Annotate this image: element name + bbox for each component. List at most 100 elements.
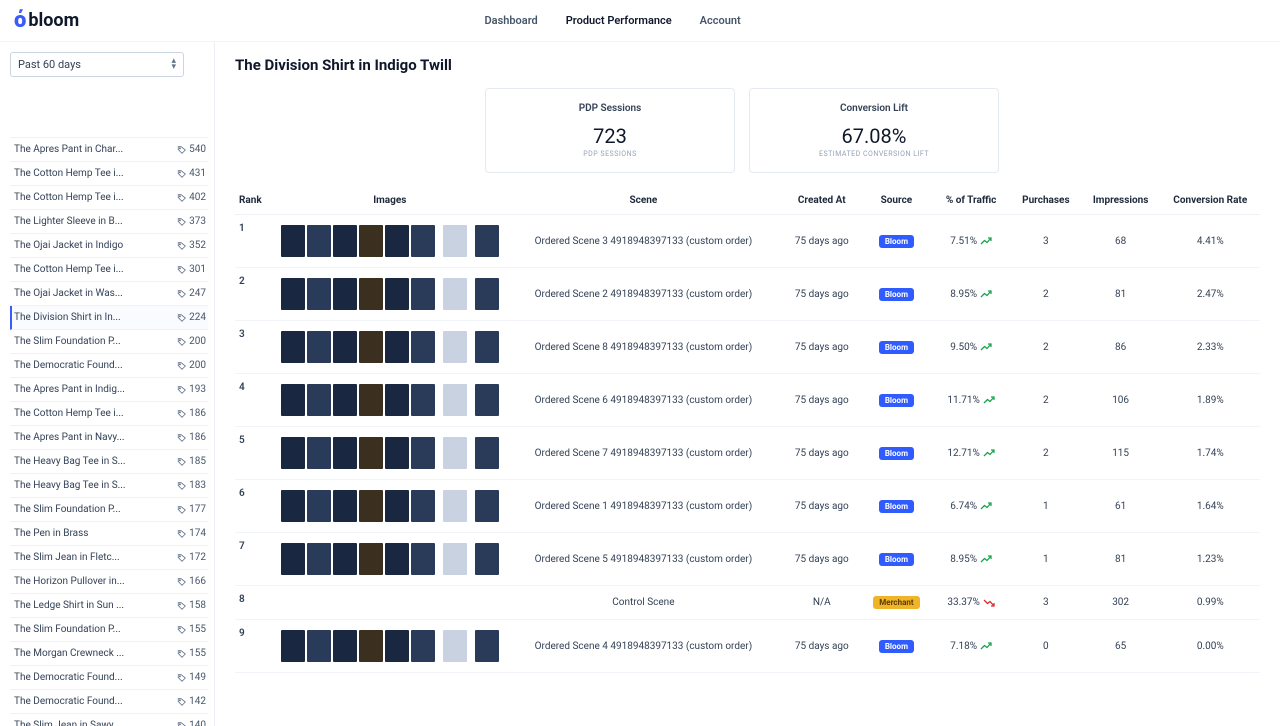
sidebar-product-item[interactable]: The Morgan Crewneck ...155 (10, 642, 208, 666)
thumbnail[interactable] (411, 225, 435, 257)
thumbnail[interactable] (333, 225, 357, 257)
sidebar-product-item[interactable]: The Lighter Sleeve in B...373 (10, 210, 208, 234)
sidebar-product-item[interactable]: The Apres Pant in Navy...186 (10, 426, 208, 450)
sidebar-product-item[interactable]: The Cotton Hemp Tee i...402 (10, 186, 208, 210)
thumbnail[interactable] (333, 543, 357, 575)
col-purchases[interactable]: Purchases (1011, 187, 1081, 215)
thumbnail[interactable] (307, 331, 331, 363)
table-row[interactable]: 5Ordered Scene 7 4918948397133 (custom o… (235, 427, 1260, 480)
thumbnail[interactable] (333, 384, 357, 416)
table-row[interactable]: 7Ordered Scene 5 4918948397133 (custom o… (235, 533, 1260, 586)
thumbnail[interactable] (443, 384, 467, 416)
thumbnail[interactable] (281, 490, 305, 522)
thumbnail[interactable] (443, 225, 467, 257)
thumbnail[interactable] (475, 225, 499, 257)
thumbnail[interactable] (359, 437, 383, 469)
col-created[interactable]: Created At (782, 187, 861, 215)
col-images[interactable]: Images (275, 187, 505, 215)
sidebar-product-item[interactable]: The Cotton Hemp Tee i...431 (10, 162, 208, 186)
thumbnail[interactable] (307, 225, 331, 257)
thumbnail[interactable] (475, 437, 499, 469)
table-row[interactable]: 6Ordered Scene 1 4918948397133 (custom o… (235, 480, 1260, 533)
table-row[interactable]: 4Ordered Scene 6 4918948397133 (custom o… (235, 374, 1260, 427)
thumbnail[interactable] (307, 490, 331, 522)
col-impressions[interactable]: Impressions (1081, 187, 1161, 215)
thumbnail[interactable] (333, 278, 357, 310)
sidebar-product-item[interactable]: The Slim Jean in Fletc...172 (10, 546, 208, 570)
sidebar-product-item[interactable]: The Slim Jean in Sawy...140 (10, 714, 208, 726)
sidebar-product-item[interactable]: The Democratic Found...149 (10, 666, 208, 690)
thumbnail[interactable] (443, 278, 467, 310)
thumbnail[interactable] (443, 630, 467, 662)
thumbnail[interactable] (385, 278, 409, 310)
col-traffic[interactable]: % of Traffic (931, 187, 1011, 215)
thumbnail[interactable] (411, 278, 435, 310)
thumbnail[interactable] (307, 630, 331, 662)
table-row[interactable]: 1Ordered Scene 3 4918948397133 (custom o… (235, 215, 1260, 268)
table-row[interactable]: 2Ordered Scene 2 4918948397133 (custom o… (235, 268, 1260, 321)
thumbnail[interactable] (475, 630, 499, 662)
col-rank[interactable]: Rank (235, 187, 275, 215)
thumbnail[interactable] (411, 490, 435, 522)
thumbnail[interactable] (385, 225, 409, 257)
thumbnail[interactable] (475, 543, 499, 575)
thumbnail[interactable] (307, 437, 331, 469)
thumbnail[interactable] (411, 437, 435, 469)
sidebar-product-item[interactable]: The Ojai Jacket in Indigo352 (10, 234, 208, 258)
thumbnail[interactable] (385, 490, 409, 522)
thumbnail[interactable] (307, 278, 331, 310)
thumbnail[interactable] (281, 331, 305, 363)
thumbnail[interactable] (475, 278, 499, 310)
thumbnail[interactable] (411, 384, 435, 416)
brand-logo[interactable]: ό bloom (14, 8, 79, 33)
thumbnail[interactable] (411, 630, 435, 662)
thumbnail[interactable] (385, 384, 409, 416)
thumbnail[interactable] (443, 437, 467, 469)
thumbnail[interactable] (475, 331, 499, 363)
thumbnail[interactable] (411, 543, 435, 575)
thumbnail[interactable] (359, 630, 383, 662)
sidebar-product-item[interactable]: The Cotton Hemp Tee i...301 (10, 258, 208, 282)
nav-account[interactable]: Account (700, 14, 741, 27)
col-scene[interactable]: Scene (505, 187, 782, 215)
col-source[interactable]: Source (862, 187, 932, 215)
thumbnail[interactable] (443, 331, 467, 363)
thumbnail[interactable] (411, 331, 435, 363)
thumbnail[interactable] (281, 543, 305, 575)
thumbnail[interactable] (307, 384, 331, 416)
sidebar-product-item[interactable]: The Heavy Bag Tee in S...183 (10, 474, 208, 498)
thumbnail[interactable] (475, 384, 499, 416)
thumbnail[interactable] (307, 543, 331, 575)
sidebar-product-item[interactable]: The Ojai Jacket in Was...247 (10, 282, 208, 306)
thumbnail[interactable] (443, 490, 467, 522)
sidebar-product-item[interactable]: The Division Shirt in In...224 (10, 306, 208, 330)
sidebar-product-item[interactable]: The Cotton Hemp Tee i...186 (10, 402, 208, 426)
thumbnail[interactable] (385, 543, 409, 575)
sidebar-product-item[interactable]: The Heavy Bag Tee in S...185 (10, 450, 208, 474)
thumbnail[interactable] (385, 630, 409, 662)
thumbnail[interactable] (333, 490, 357, 522)
sidebar-product-item[interactable]: The Slim Foundation P...155 (10, 618, 208, 642)
thumbnail[interactable] (359, 225, 383, 257)
thumbnail[interactable] (333, 331, 357, 363)
sidebar-product-item[interactable]: The Pen in Brass174 (10, 522, 208, 546)
sidebar-product-item[interactable]: The Slim Foundation P...200 (10, 330, 208, 354)
sidebar-product-item[interactable]: The Apres Pant in Indig...193 (10, 378, 208, 402)
thumbnail[interactable] (281, 384, 305, 416)
thumbnail[interactable] (281, 278, 305, 310)
thumbnail[interactable] (359, 543, 383, 575)
thumbnail[interactable] (359, 384, 383, 416)
table-row[interactable]: 3Ordered Scene 8 4918948397133 (custom o… (235, 321, 1260, 374)
thumbnail[interactable] (475, 490, 499, 522)
thumbnail[interactable] (281, 437, 305, 469)
thumbnail[interactable] (359, 331, 383, 363)
col-conversion[interactable]: Conversion Rate (1161, 187, 1260, 215)
table-row[interactable]: 8Control SceneN/AMerchant33.37%33020.99% (235, 586, 1260, 620)
sidebar-product-item[interactable]: The Slim Foundation P...177 (10, 498, 208, 522)
thumbnail[interactable] (443, 543, 467, 575)
thumbnail[interactable] (281, 225, 305, 257)
date-range-select[interactable]: Past 60 days ▴▾ (10, 52, 184, 77)
thumbnail[interactable] (359, 278, 383, 310)
sidebar-product-item[interactable]: The Horizon Pullover in...166 (10, 570, 208, 594)
sidebar-product-item[interactable]: The Apres Pant in Char...540 (10, 138, 208, 162)
